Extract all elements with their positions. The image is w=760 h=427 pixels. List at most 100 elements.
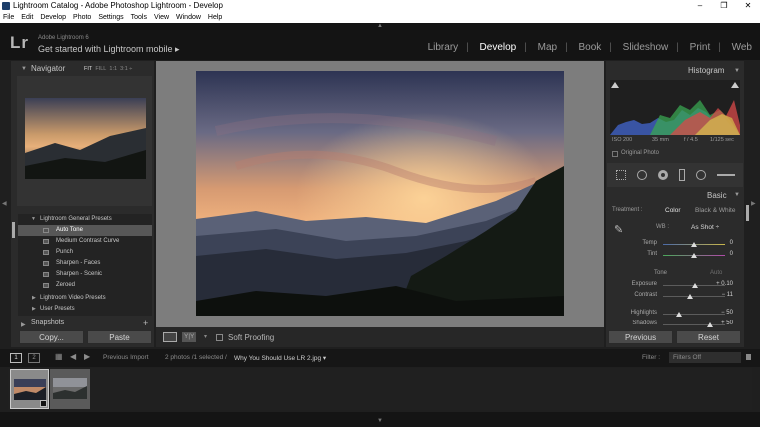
thumb-image	[53, 378, 87, 399]
menu-settings[interactable]: Settings	[95, 12, 127, 23]
loupe-view-icon[interactable]	[163, 332, 177, 342]
highlights-knob[interactable]	[675, 312, 682, 317]
top-panel-toggle-icon[interactable]: ▲	[377, 23, 383, 29]
presets-scrollbar[interactable]	[12, 222, 15, 238]
shadows-knob[interactable]	[706, 322, 713, 327]
menu-file[interactable]: File	[0, 12, 18, 23]
filmstrip-thumb-selected[interactable]	[10, 369, 49, 409]
temp-slider[interactable]: Temp 0	[607, 240, 743, 250]
preset-group-user[interactable]: ▶ User Presets	[18, 304, 152, 315]
snapshots-collapse-icon[interactable]: ▶	[21, 321, 26, 328]
module-print[interactable]: Print	[690, 42, 711, 53]
graduated-filter-icon[interactable]	[679, 169, 685, 181]
radial-filter-icon[interactable]	[696, 170, 706, 180]
forward-arrow-icon[interactable]: ▶	[84, 352, 90, 361]
highlights-value[interactable]: − 50	[721, 310, 733, 316]
filter-lock-icon[interactable]	[746, 354, 751, 360]
close-button[interactable]: ✕	[736, 0, 760, 12]
left-panel-toggle-icon[interactable]: ◀	[2, 200, 7, 207]
preset-medium-contrast[interactable]: Medium Contrast Curve	[18, 236, 152, 247]
shadows-value[interactable]: + 50	[721, 320, 733, 326]
preset-group-label: User Presets	[40, 306, 75, 312]
soft-proofing-checkbox[interactable]	[216, 334, 223, 341]
before-after-dropdown-icon[interactable]: ▾	[204, 333, 207, 340]
second-window-button[interactable]: 2	[28, 353, 40, 363]
zoom-fill[interactable]: FILL	[95, 66, 106, 72]
filename-label[interactable]: Why You Should Use LR 2.jpg ▾	[234, 354, 326, 362]
add-snapshot-button[interactable]: +	[143, 318, 148, 328]
exposure-value[interactable]: + 0.10	[716, 281, 733, 287]
shadows-slider[interactable]: Shadows + 50	[607, 320, 743, 327]
treatment-bw[interactable]: Black & White	[695, 207, 735, 214]
module-book[interactable]: Book	[578, 42, 601, 53]
exposure-knob[interactable]	[691, 283, 698, 288]
module-slideshow[interactable]: Slideshow	[623, 42, 669, 53]
temp-knob[interactable]	[691, 242, 697, 247]
menu-help[interactable]: Help	[204, 12, 225, 23]
preset-group-video[interactable]: ▶ Lightroom Video Presets	[18, 293, 152, 304]
tint-knob[interactable]	[691, 253, 697, 258]
adjustment-brush-icon[interactable]	[717, 174, 735, 176]
back-arrow-icon[interactable]: ◀	[70, 352, 76, 361]
copy-button[interactable]: Copy...	[19, 330, 84, 344]
menu-edit[interactable]: Edit	[18, 12, 37, 23]
treatment-color[interactable]: Color	[665, 207, 681, 214]
module-library[interactable]: Library	[428, 42, 459, 53]
exposure-slider[interactable]: Exposure + 0.10	[607, 281, 743, 291]
main-window-button[interactable]: 1	[10, 353, 22, 363]
source-label[interactable]: Previous Import	[103, 354, 149, 361]
menu-photo[interactable]: Photo	[70, 12, 95, 23]
right-panel-scrollbar[interactable]	[746, 205, 749, 221]
contrast-slider[interactable]: Contrast − 11	[607, 292, 743, 302]
contrast-knob[interactable]	[687, 294, 694, 299]
module-map[interactable]: Map	[538, 42, 557, 53]
maximize-button[interactable]: ❐	[712, 0, 736, 12]
get-started-link[interactable]: Get started with Lightroom mobile ▸	[38, 44, 180, 55]
grid-view-icon[interactable]: ▦	[55, 352, 63, 361]
highlights-slider[interactable]: Highlights − 50	[607, 310, 743, 320]
filter-dropdown[interactable]: Filters Off	[669, 352, 741, 363]
menu-view[interactable]: View	[150, 12, 172, 23]
preset-sharpen-scenic[interactable]: Sharpen - Scenic	[18, 269, 152, 280]
previous-button[interactable]: Previous	[608, 330, 673, 344]
reset-button[interactable]: Reset	[676, 330, 741, 344]
basic-collapse-icon[interactable]: ▼	[734, 192, 740, 198]
preset-sharpen-faces[interactable]: Sharpen - Faces	[18, 258, 152, 269]
tint-value[interactable]: 0	[730, 251, 733, 257]
zoom-fit[interactable]: FIT	[84, 66, 92, 72]
module-web[interactable]: Web	[732, 42, 752, 53]
menu-tools[interactable]: Tools	[127, 12, 150, 23]
tone-auto-button[interactable]: Auto	[710, 270, 722, 276]
filmstrip-thumb[interactable]	[50, 369, 90, 409]
navigator-preview[interactable]	[17, 76, 152, 206]
tint-slider[interactable]: Tint 0	[607, 251, 743, 261]
minimize-button[interactable]: –	[688, 0, 712, 12]
menu-window[interactable]: Window	[173, 12, 205, 23]
wb-dropdown[interactable]: As Shot ÷	[691, 224, 719, 231]
histogram-collapse-icon[interactable]: ▼	[734, 68, 740, 74]
preset-auto-tone[interactable]: Auto Tone	[18, 225, 152, 236]
preset-group-general[interactable]: ▼ Lightroom General Presets	[18, 214, 152, 225]
spot-removal-icon[interactable]	[637, 170, 647, 180]
navigator-collapse-icon[interactable]: ▼	[21, 66, 27, 72]
zoom-3to1[interactable]: 3:1 ÷	[120, 66, 132, 72]
wb-eyedropper-icon[interactable]: ✎	[614, 223, 623, 236]
module-develop[interactable]: Develop	[480, 42, 517, 53]
zoom-1to1[interactable]: 1:1	[109, 66, 117, 72]
temp-value[interactable]: 0	[730, 240, 733, 246]
lightroom-window: Lightroom Catalog - Adobe Photoshop Ligh…	[0, 0, 760, 427]
preset-punch[interactable]: Punch	[18, 247, 152, 258]
contrast-value[interactable]: − 11	[722, 292, 733, 298]
preset-icon	[43, 239, 49, 244]
menu-develop[interactable]: Develop	[37, 12, 70, 23]
crop-tool-icon[interactable]	[616, 170, 626, 180]
filter-label: Filter :	[642, 354, 661, 361]
red-eye-icon[interactable]	[658, 170, 668, 180]
original-photo-checkbox[interactable]	[612, 151, 618, 157]
preset-zeroed[interactable]: Zeroed	[18, 280, 152, 291]
paste-button[interactable]: Paste	[87, 330, 152, 344]
right-panel-toggle-icon[interactable]: ▶	[751, 200, 756, 207]
before-after-button[interactable]: Y|Y	[182, 332, 197, 342]
filmstrip-toggle-icon[interactable]: ▼	[377, 418, 383, 424]
filmstrip	[8, 368, 752, 410]
